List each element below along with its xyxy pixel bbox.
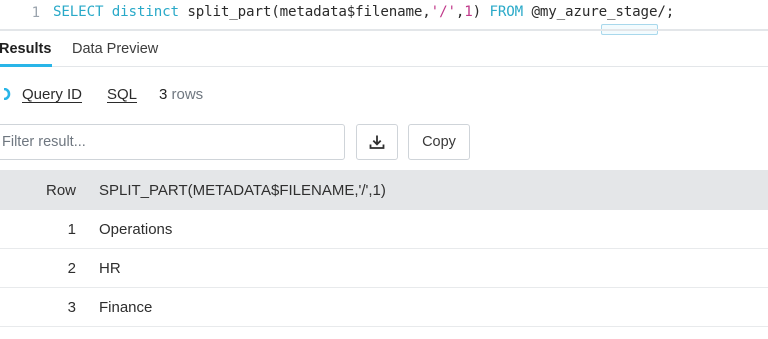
keyword-from: FROM [489, 4, 524, 20]
results-tabs: Results Data Preview [0, 31, 768, 67]
close-paren: ) [472, 4, 482, 20]
query-id-link[interactable]: Query ID [22, 86, 90, 103]
function-call: split_part(metadata$filename, [187, 4, 431, 20]
cell-value[interactable]: Operations [99, 221, 172, 238]
column-header-split-part[interactable]: SPLIT_PART(METADATA$FILENAME,'/',1) [99, 182, 386, 199]
query-status-icon [3, 88, 11, 100]
stage-reference: @my_azure_stage/; [531, 4, 675, 20]
sql-code-line[interactable]: SELECT distinct split_part(metadata$file… [53, 4, 674, 20]
table-header: Row SPLIT_PART(METADATA$FILENAME,'/',1) [0, 170, 768, 210]
tab-results[interactable]: Results [0, 41, 51, 57]
cell-value[interactable]: Finance [99, 299, 152, 316]
row-count-number: 3 [159, 86, 168, 103]
filter-result-box [0, 124, 345, 160]
row-count: 3 rows [159, 86, 203, 103]
cell-value[interactable]: HR [99, 260, 121, 277]
row-number: 1 [67, 221, 76, 238]
comma: , [455, 4, 465, 20]
table-row[interactable]: 3 Finance [0, 288, 768, 327]
sql-editor[interactable]: 1 SELECT distinct split_part(metadata$fi… [0, 0, 768, 35]
row-number: 2 [67, 260, 76, 277]
download-button[interactable] [356, 124, 398, 160]
row-number: 3 [67, 299, 76, 316]
line-number: 1 [31, 5, 40, 21]
copy-button[interactable]: Copy [408, 124, 470, 160]
table-row[interactable]: 1 Operations [0, 210, 768, 249]
column-header-row[interactable]: Row [46, 182, 76, 199]
keyword-select: SELECT [53, 4, 104, 20]
active-tab-indicator [0, 64, 52, 67]
keyword-distinct: distinct [111, 4, 179, 20]
results-table: Row SPLIT_PART(METADATA$FILENAME,'/',1) … [0, 170, 768, 327]
number-literal: 1 [464, 4, 473, 20]
table-row[interactable]: 2 HR [0, 249, 768, 288]
filter-result-input[interactable] [0, 125, 344, 159]
row-count-label: rows [171, 86, 204, 103]
download-icon [369, 135, 385, 149]
tab-data-preview[interactable]: Data Preview [72, 41, 158, 57]
string-literal: '/' [430, 4, 456, 20]
sql-link[interactable]: SQL [107, 86, 137, 103]
